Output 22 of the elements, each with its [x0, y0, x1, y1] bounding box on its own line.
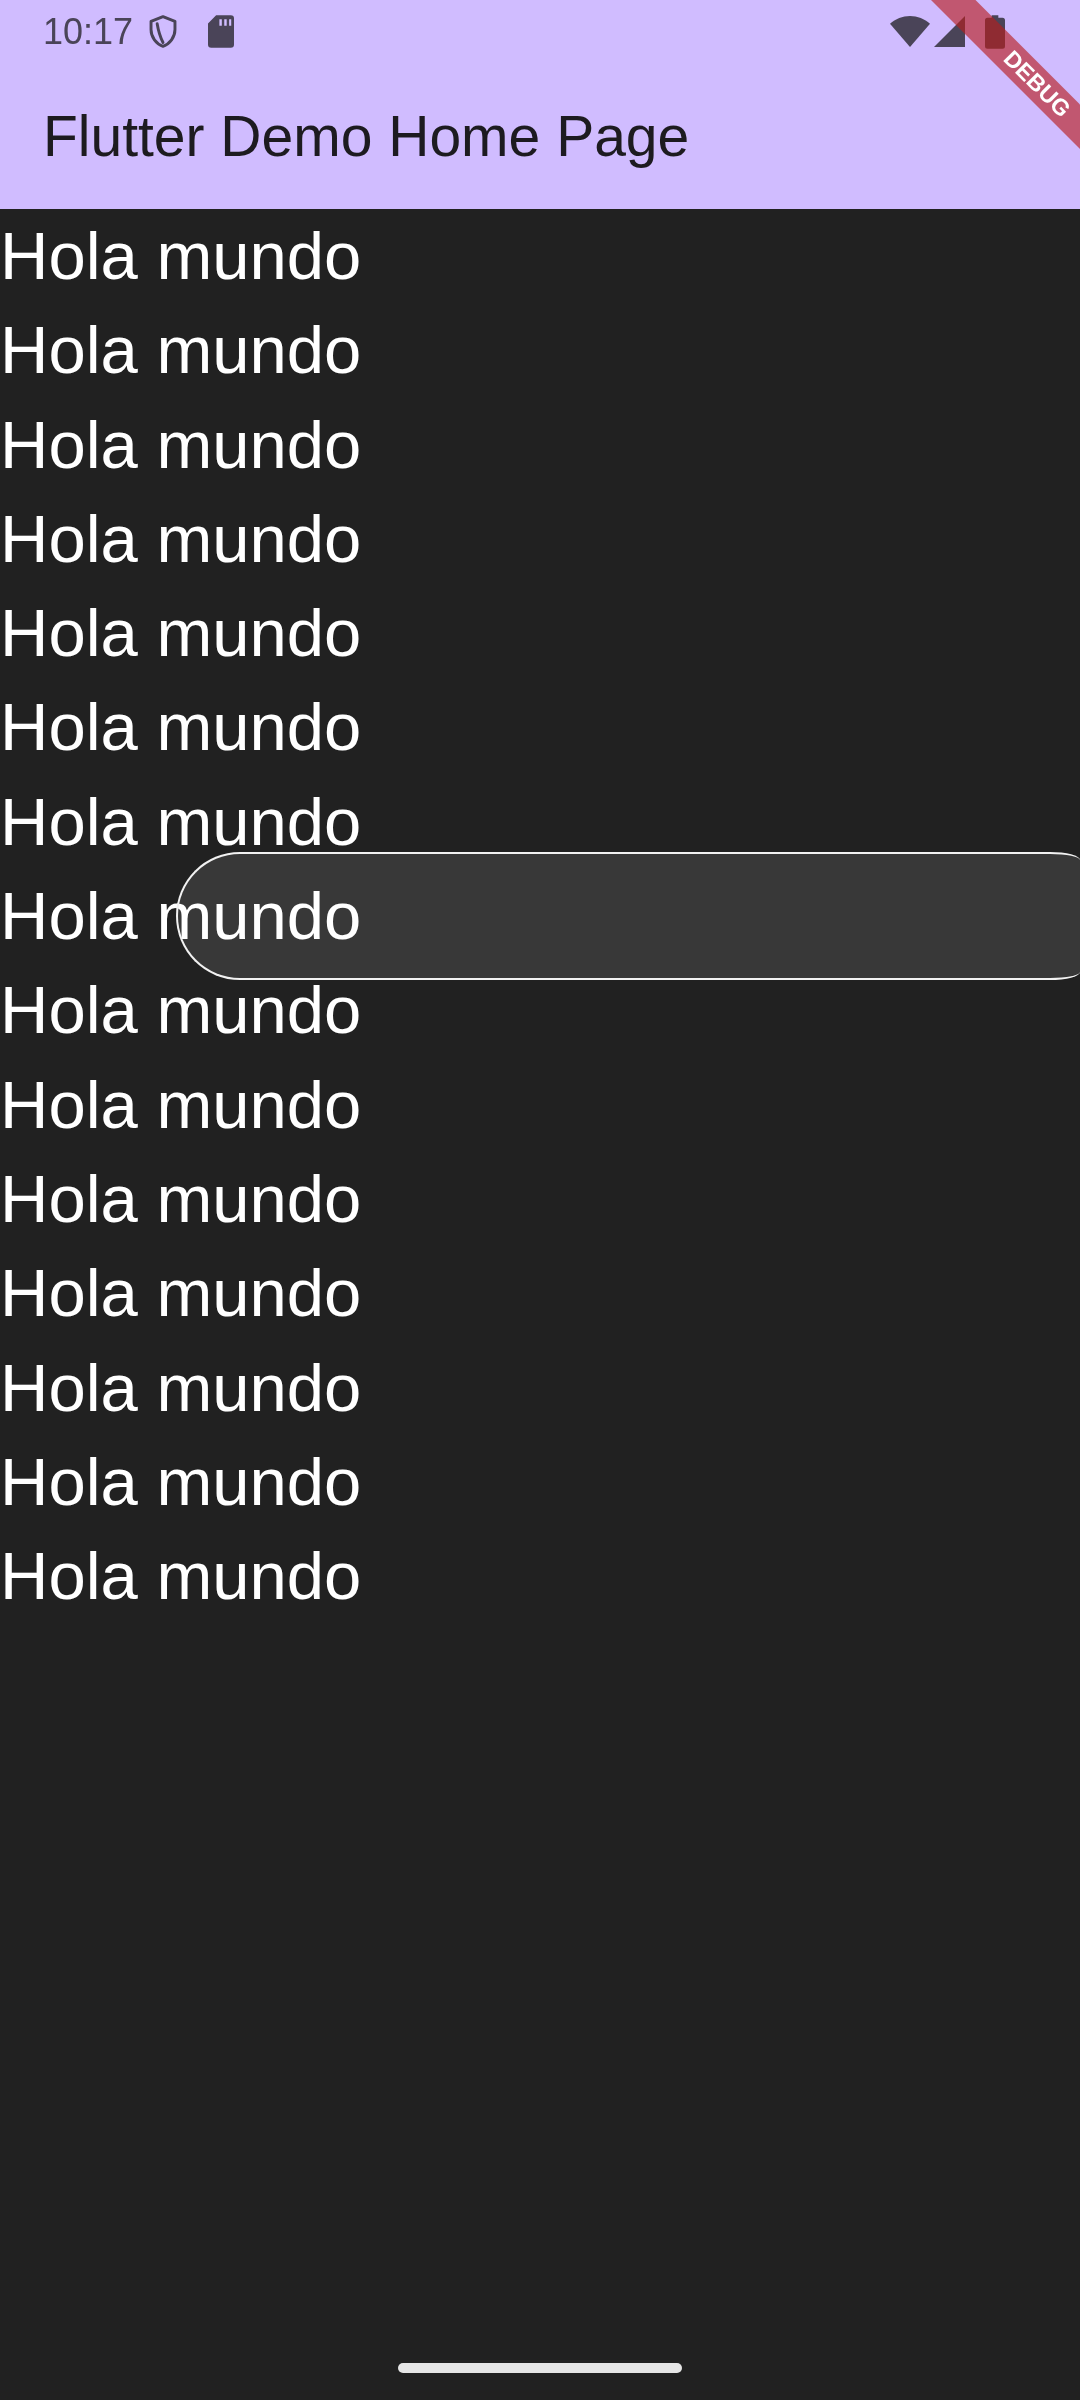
list-item-text: Hola mundo [0, 1348, 362, 1427]
list-item-text: Hola mundo [0, 971, 362, 1050]
sd-card-icon [208, 15, 235, 48]
cellular-signal-icon [933, 16, 966, 47]
list-item-text: Hola mundo [0, 405, 362, 484]
list-item-text: Hola mundo [0, 499, 362, 578]
list-item-text: Hola mundo [0, 1442, 362, 1521]
app-bar-title: Flutter Demo Home Page [43, 103, 690, 169]
list-item-text: Hola mundo [0, 1254, 362, 1333]
list-item-text: Hola mundo [0, 311, 362, 390]
list-item-text: Hola mundo [0, 217, 362, 295]
list-item-text: Hola mundo [0, 594, 362, 673]
battery-icon [985, 14, 1005, 49]
list-item-text: Hola mundo [0, 688, 362, 767]
list-item-text: Hola mundo [0, 782, 362, 861]
clock-time: 10:17 [43, 11, 134, 52]
gesture-navigation-handle[interactable] [398, 2363, 682, 2373]
shield-icon [148, 15, 179, 48]
list-item-text: Hola mundo [0, 1537, 362, 1616]
list-item-text: Hola mundo [0, 1159, 362, 1238]
list-item-text: Hola mundo [0, 1065, 362, 1144]
wifi-icon [890, 16, 930, 47]
